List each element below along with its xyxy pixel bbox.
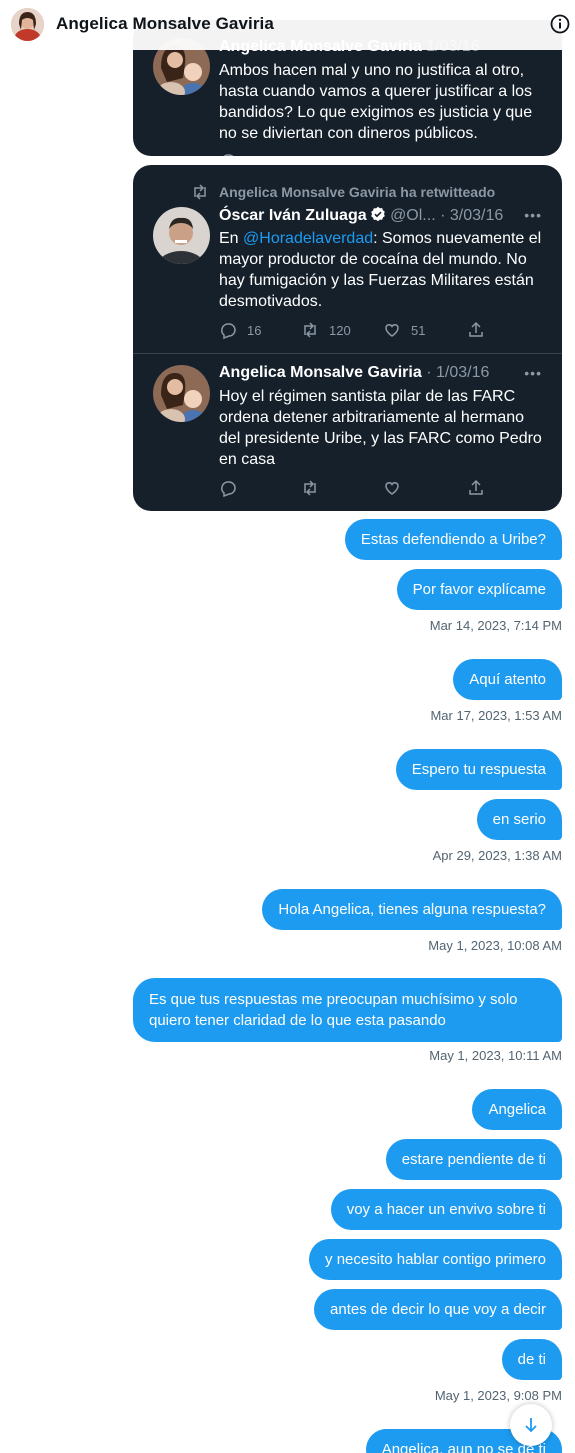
tweet-text: Ambos hacen mal y uno no justifica al ot… (219, 62, 533, 142)
reply-count: 16 (247, 322, 262, 338)
tweet-date: · 1/03/16 (426, 364, 490, 381)
tweet-text-prefix: En (219, 230, 244, 247)
tweet-text: En @Horadelaverdad: Somos nuevamente el … (219, 228, 544, 312)
message-bubble[interactable]: antes de decir lo que voy a decir (314, 1289, 562, 1330)
avatar[interactable] (11, 8, 44, 41)
reply-button[interactable] (219, 479, 237, 497)
heart-icon (385, 482, 399, 495)
tweet-avatar[interactable] (153, 365, 210, 422)
tweet-text: Hoy el régimen santista pilar de las FAR… (219, 388, 542, 468)
message-timestamp: Mar 17, 2023, 1:53 AM (430, 708, 562, 723)
message-timestamp: Apr 29, 2023, 1:38 AM (432, 848, 562, 863)
tweet-handle: @Ol... (390, 207, 436, 224)
retweet-icon (304, 480, 316, 496)
tweet-actions (219, 479, 489, 499)
tweet-author-name: Óscar Iván Zuluaga (219, 207, 367, 224)
share-icon (469, 479, 483, 495)
like-button[interactable] (383, 479, 401, 497)
heart-icon (385, 324, 399, 337)
share-button[interactable] (467, 321, 485, 339)
like-count: 51 (411, 322, 426, 338)
retweet-icon (194, 184, 206, 200)
shared-retweet-card[interactable]: Angelica Monsalve Gaviria ha retwitteado… (133, 165, 562, 511)
reply-button[interactable]: 16 (219, 321, 261, 339)
message-timestamp: Mar 14, 2023, 7:14 PM (429, 618, 562, 633)
message-bubble[interactable]: Por favor explícame (396, 569, 562, 610)
tweet-actions: 16 120 51 (219, 321, 489, 341)
more-options-icon[interactable]: ••• (524, 207, 542, 223)
share-icon (469, 321, 483, 337)
message-bubble[interactable]: Estas defendiendo a Uribe? (344, 519, 562, 560)
message-timestamp: May 1, 2023, 10:11 AM (429, 1048, 562, 1063)
like-button[interactable]: 51 (383, 321, 425, 339)
scroll-to-bottom-button[interactable] (510, 1404, 552, 1446)
retweet-count: 120 (329, 322, 351, 338)
message-bubble[interactable]: voy a hacer un envivo sobre ti (330, 1189, 562, 1230)
reply-icon (221, 481, 236, 497)
retweet-button[interactable] (301, 479, 319, 497)
message-bubble[interactable]: de ti (501, 1339, 562, 1380)
verified-badge-icon (370, 206, 385, 222)
retweet-icon (304, 322, 316, 338)
message-bubble[interactable]: Espero tu respuesta (395, 749, 562, 790)
message-bubble[interactable]: en serio (476, 799, 562, 840)
message-bubble[interactable]: estare pendiente de ti (385, 1139, 562, 1180)
message-timestamp: May 1, 2023, 10:08 AM (428, 938, 562, 953)
tweet-actions (219, 152, 489, 156)
reply-icon[interactable] (219, 152, 237, 156)
tweet-header: Angelica Monsalve Gaviria · 1/03/16 (219, 364, 489, 382)
tweet-header: Óscar Iván Zuluaga @Ol... · 3/03/16 (219, 206, 503, 225)
reply-icon (221, 323, 236, 339)
message-bubble[interactable]: Angelica (472, 1089, 562, 1130)
conversation-title: Angelica Monsalve Gaviria (56, 14, 274, 33)
conversation-header: Angelica Monsalve Gaviria (0, 0, 575, 50)
message-bubble[interactable]: Es que tus respuestas me preocupan muchí… (133, 978, 562, 1042)
tweet-avatar[interactable] (153, 207, 210, 264)
tweet-date: · 3/03/16 (440, 207, 504, 224)
info-circle-icon[interactable] (549, 13, 571, 35)
tweet-divider (133, 353, 562, 354)
message-timestamp: May 1, 2023, 9:08 PM (434, 1388, 562, 1403)
retweet-banner-text: Angelica Monsalve Gaviria ha retwitteado (219, 184, 496, 200)
tweet-author-name: Angelica Monsalve Gaviria (219, 364, 422, 381)
retweet-button[interactable]: 120 (301, 321, 351, 339)
mention-link[interactable]: @Horadelaverdad (243, 230, 373, 247)
retweet-banner: Angelica Monsalve Gaviria ha retwitteado (191, 183, 495, 201)
message-bubble[interactable]: Hola Angelica, tienes alguna respuesta? (262, 889, 562, 930)
message-bubble[interactable]: Aquí atento (453, 659, 562, 700)
share-button[interactable] (467, 479, 485, 497)
more-options-icon[interactable]: ••• (524, 365, 542, 381)
arrow-down-icon (525, 1418, 537, 1433)
message-bubble[interactable]: y necesito hablar contigo primero (309, 1239, 562, 1280)
